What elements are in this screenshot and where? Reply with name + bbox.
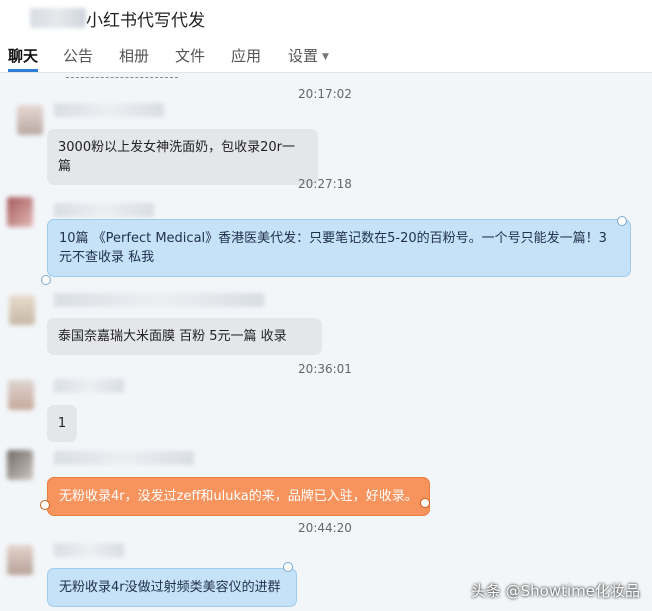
timestamp: 20:44:20 (298, 521, 352, 535)
message-bubble[interactable]: 泰国奈嘉瑞大米面膜 百粉 5元一篇 收录 (47, 318, 322, 355)
tab-settings[interactable]: 设置 ▼ (288, 45, 329, 67)
group-title: 小红书代写代发 (86, 11, 205, 31)
timestamp: 20:17:02 (298, 87, 352, 101)
chevron-down-icon: ▼ (322, 51, 329, 62)
tab-apps[interactable]: 应用 (231, 45, 261, 67)
tab-files[interactable]: 文件 (175, 45, 205, 67)
bubble-knot-decoration (617, 216, 627, 226)
bubble-knot-decoration (420, 498, 430, 508)
message-bubble[interactable]: 无粉收录4r没做过射频类美容仪的进群 (47, 568, 297, 607)
avatar[interactable] (17, 105, 43, 135)
tab-album[interactable]: 相册 (119, 45, 149, 67)
avatar[interactable] (9, 295, 35, 325)
sender-name-blurred (54, 451, 194, 465)
sender-name-blurred (54, 203, 154, 217)
sender-name-blurred (54, 293, 264, 307)
sender-name-blurred (54, 543, 124, 557)
sender-name-blurred (54, 379, 124, 393)
divider-line (66, 73, 178, 78)
sender-name-blurred (54, 103, 164, 117)
avatar[interactable] (7, 450, 33, 480)
tab-announcement[interactable]: 公告 (63, 45, 93, 67)
timestamp: 20:36:01 (298, 362, 352, 376)
tab-chat[interactable]: 聊天 (8, 45, 39, 72)
avatar[interactable] (7, 197, 33, 227)
title-blurred-prefix (30, 8, 86, 28)
message-bubble[interactable]: 无粉收录4r，没发过zeff和uluka的来，品牌已入驻，好收录。 (47, 477, 430, 516)
chat-area[interactable]: 20:17:02 3000粉以上发女神洗面奶，包收录20r一篇 20:27:18… (0, 73, 652, 611)
title-bar: 小红书代写代发 (0, 0, 652, 40)
message-bubble[interactable]: 3000粉以上发女神洗面奶，包收录20r一篇 (47, 129, 318, 185)
message-bubble[interactable]: 10篇 《Perfect Medical》香港医美代发：只要笔记数在5-20的百… (47, 219, 631, 277)
bubble-knot-decoration (41, 275, 51, 285)
timestamp: 20:27:18 (298, 177, 352, 191)
bubble-knot-decoration (283, 562, 293, 572)
watermark: 头条 @Showtime化妆品 (470, 582, 640, 600)
avatar[interactable] (7, 545, 33, 575)
tab-settings-label: 设置 (288, 47, 319, 65)
bubble-knot-decoration (40, 500, 50, 510)
message-bubble[interactable]: 1 (47, 405, 77, 442)
tab-bar: 聊天 公告 相册 文件 应用 设置 ▼ (0, 40, 652, 73)
avatar[interactable] (8, 380, 34, 410)
